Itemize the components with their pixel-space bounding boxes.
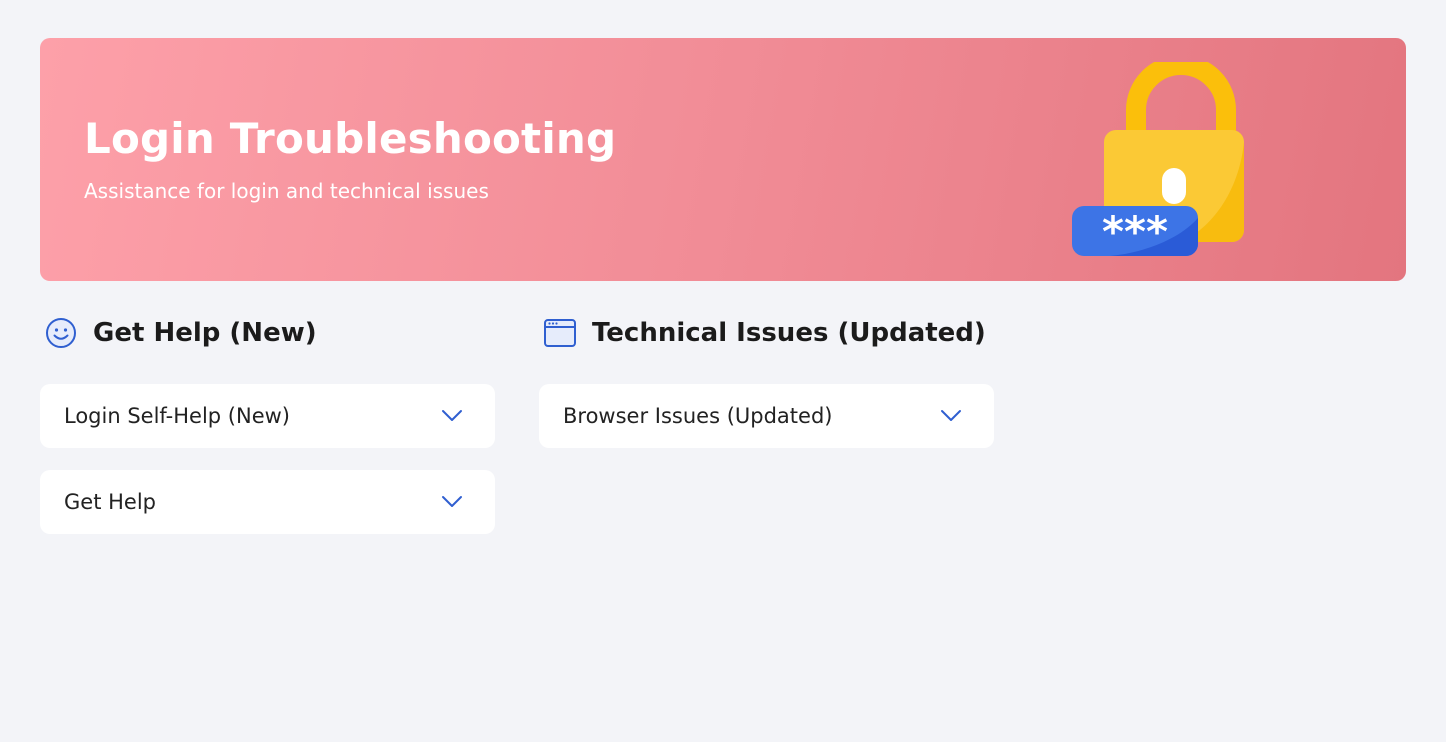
password-mask: *** <box>1102 207 1168 256</box>
section-get-help-header: Get Help (New) <box>44 310 317 356</box>
padlock-password-icon: *** <box>1072 62 1244 256</box>
section-title: Technical Issues (Updated) <box>592 318 986 348</box>
accordion-login-self-help[interactable]: Login Self-Help (New) <box>40 384 495 448</box>
chevron-down-icon[interactable] <box>441 495 463 509</box>
section-title: Get Help (New) <box>93 318 317 348</box>
browser-window-icon <box>543 316 577 350</box>
hero-banner: Login Troubleshooting Assistance for log… <box>40 38 1406 281</box>
page-title: Login Troubleshooting <box>84 114 617 163</box>
smiley-icon <box>44 316 78 350</box>
accordion-label: Login Self-Help (New) <box>64 404 290 428</box>
accordion-label: Get Help <box>64 490 156 514</box>
page-subtitle: Assistance for login and technical issue… <box>84 179 489 203</box>
accordion-browser-issues[interactable]: Browser Issues (Updated) <box>539 384 994 448</box>
accordion-get-help[interactable]: Get Help <box>40 470 495 534</box>
chevron-down-icon[interactable] <box>441 409 463 423</box>
chevron-down-icon[interactable] <box>940 409 962 423</box>
accordion-label: Browser Issues (Updated) <box>563 404 833 428</box>
section-technical-issues-header: Technical Issues (Updated) <box>543 310 986 356</box>
